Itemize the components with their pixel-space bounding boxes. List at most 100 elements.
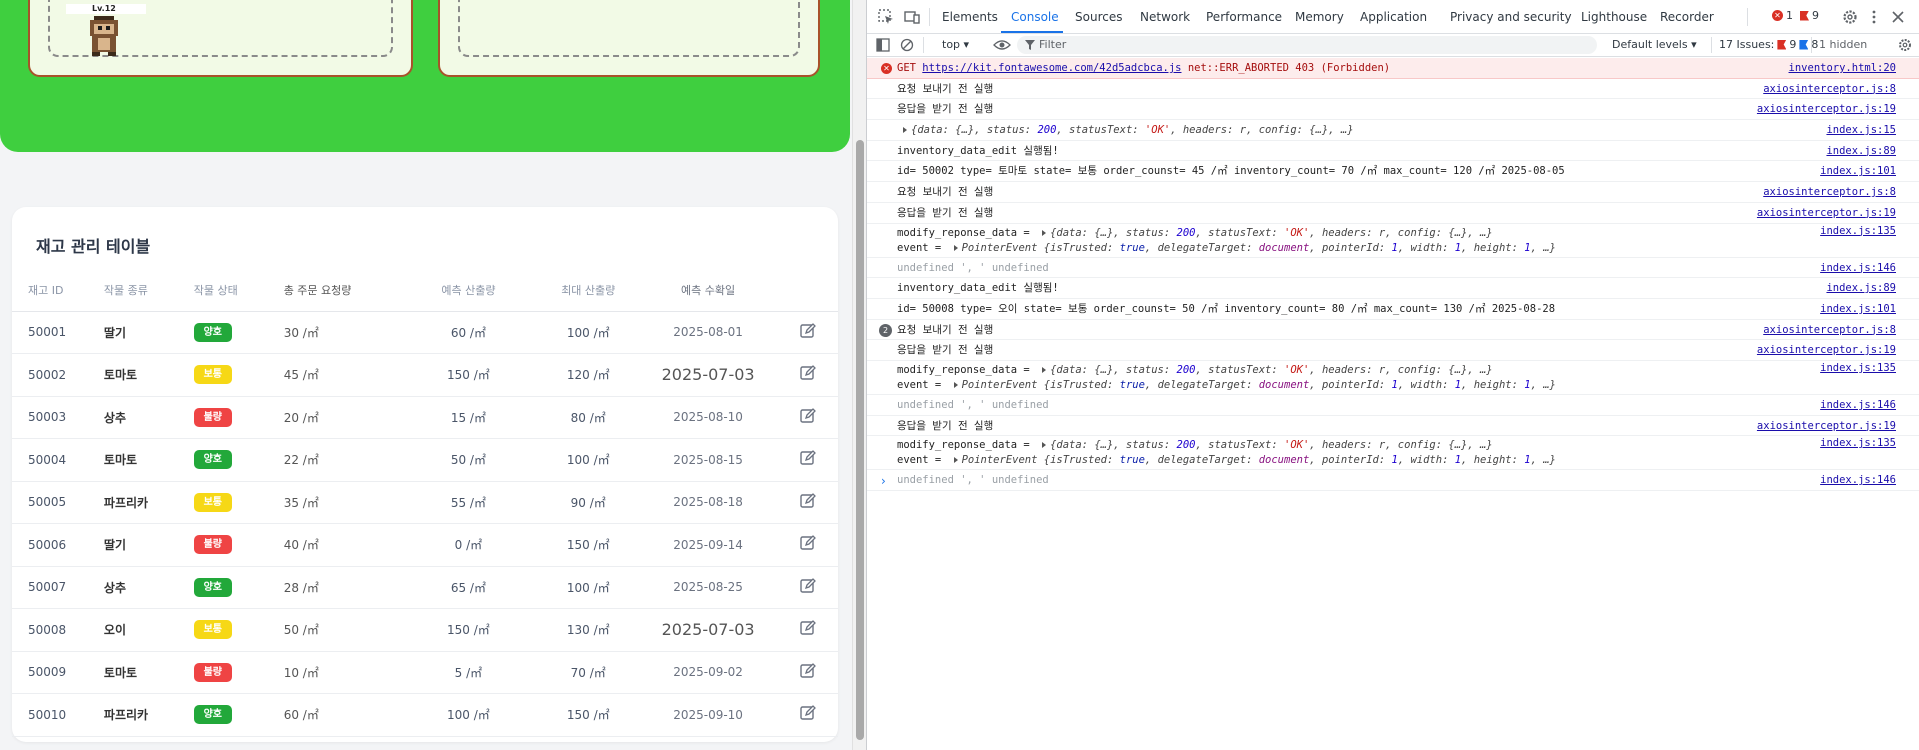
settings-gear-icon[interactable] [1841, 8, 1859, 26]
edit-icon[interactable] [799, 407, 817, 425]
tab-lighthouse[interactable]: Lighthouse [1581, 10, 1647, 24]
console-filter-input[interactable]: Filter [1017, 36, 1597, 54]
source-link[interactable]: inventory.html:20 [1789, 58, 1896, 78]
source-link[interactable]: axiosinterceptor.js:8 [1763, 320, 1896, 340]
edit-icon[interactable] [799, 577, 817, 595]
cell-edit [778, 608, 838, 652]
source-link[interactable]: index.js:135 [1820, 361, 1896, 376]
source-link[interactable]: index.js:89 [1826, 278, 1896, 298]
source-link[interactable]: index.js:135 [1820, 224, 1896, 239]
status-badge: 불량 [193, 535, 232, 555]
plot-card-2[interactable] [438, 0, 820, 77]
object-preview: , headers: r, config: {…}, …} [1309, 363, 1493, 376]
monkey-character-icon[interactable] [84, 14, 124, 58]
error-warning-counter[interactable]: ✕ 1 9 [1772, 9, 1819, 22]
header-crop-type: 작물 종류 [103, 269, 194, 312]
source-link[interactable]: axiosinterceptor.js:19 [1757, 340, 1896, 360]
close-devtools-icon[interactable] [1889, 8, 1907, 26]
edit-icon[interactable] [799, 449, 817, 467]
expand-triangle-icon[interactable] [953, 381, 958, 388]
clear-console-icon[interactable] [899, 37, 915, 53]
edit-icon[interactable] [799, 619, 817, 637]
cell-crop-state: 양호 [193, 311, 284, 354]
error-message: net::ERR_ABORTED 403 (Forbidden) [1187, 62, 1391, 74]
source-link[interactable]: index.js:146 [1820, 258, 1896, 278]
object-preview: , width: [1397, 241, 1455, 254]
source-link[interactable]: index.js:15 [1826, 120, 1896, 140]
edit-icon[interactable] [799, 662, 817, 680]
source-link[interactable]: index.js:101 [1820, 161, 1896, 181]
tab-application[interactable]: Application [1360, 10, 1427, 24]
live-expression-eye-icon[interactable] [993, 37, 1011, 53]
cell-predicted-yield: 60 /㎡ [398, 311, 539, 354]
tab-memory[interactable]: Memory [1295, 10, 1344, 24]
source-link[interactable]: axiosinterceptor.js:19 [1757, 416, 1896, 436]
tab-network[interactable]: Network [1140, 10, 1190, 24]
console-log-row[interactable]: {data: {…}, status: 200, statusText: 'OK… [867, 120, 1919, 141]
console-log-row: 응답을 받기 전 실행 axiosinterceptor.js:19 [867, 99, 1919, 121]
cell-edit [778, 481, 838, 524]
console-log-row[interactable]: modify_reponse_data = {data: {…}, status… [867, 436, 1919, 471]
log-text: id= 50008 type= 오이 state= 보통 order_couns… [897, 302, 1556, 315]
source-link[interactable]: index.js:146 [1820, 395, 1896, 415]
source-link[interactable]: index.js:101 [1820, 299, 1896, 319]
console-log-row[interactable]: modify_reponse_data = {data: {…}, status… [867, 361, 1919, 395]
source-link[interactable]: index.js:146 [1820, 470, 1896, 490]
source-link[interactable]: axiosinterceptor.js:8 [1763, 79, 1896, 99]
status-badge: 양호 [193, 577, 232, 597]
source-link[interactable]: axiosinterceptor.js:19 [1757, 203, 1896, 223]
object-preview: , …} [1530, 241, 1556, 254]
edit-icon[interactable] [799, 534, 817, 552]
object-status: 200 [1176, 363, 1196, 376]
tab-recorder[interactable]: Recorder [1660, 10, 1714, 24]
expand-triangle-icon[interactable] [953, 457, 958, 464]
edit-icon[interactable] [799, 704, 817, 722]
expand-triangle-icon[interactable] [953, 244, 958, 251]
object-preview: , …} [1530, 378, 1556, 391]
console-settings-gear-icon[interactable] [1897, 37, 1913, 53]
cell-crop-type: 토마토 [103, 353, 194, 397]
expand-triangle-icon[interactable] [1042, 442, 1047, 449]
console-error-row[interactable]: ✕ GET https://kit.fontawesome.com/42d5ad… [867, 58, 1919, 79]
edit-icon[interactable] [799, 364, 817, 382]
cell-max-yield: 100 /㎡ [538, 438, 639, 482]
console-log-row[interactable]: modify_reponse_data = {data: {…}, status… [867, 224, 1919, 258]
console-log-row: undefined ', ' undefined index.js:146 [867, 470, 1919, 491]
console-log-row: id= 50002 type= 토마토 state= 보통 order_coun… [867, 161, 1919, 183]
cell-id: 50007 [12, 566, 104, 609]
log-levels-dropdown[interactable]: Default levels ▾ [1612, 38, 1697, 51]
page-scrollbar[interactable] [852, 0, 866, 750]
error-url-link[interactable]: https://kit.fontawesome.com/42d5adcbca.j… [922, 62, 1181, 74]
status-badge: 보통 [193, 365, 232, 385]
tab-privacy-security[interactable]: Privacy and security [1450, 10, 1572, 24]
scrollbar-thumb[interactable] [856, 140, 864, 740]
cell-harvest-date: 2025-09-10 [638, 693, 778, 737]
object-status-text: 'OK' [1144, 124, 1171, 137]
context-selector[interactable]: top ▾ [942, 38, 969, 51]
edit-icon[interactable] [799, 492, 817, 510]
issues-counter[interactable]: 17 Issues: 9 8 [1719, 38, 1818, 51]
console-prompt-input[interactable]: › [881, 474, 886, 488]
tab-console[interactable]: Console [1011, 10, 1059, 24]
cell-max-yield: 100 /㎡ [538, 566, 639, 609]
tab-performance[interactable]: Performance [1206, 10, 1282, 24]
source-link[interactable]: axiosinterceptor.js:8 [1763, 182, 1896, 202]
expand-triangle-icon[interactable] [903, 127, 907, 134]
console-log-row: inventory_data_edit 실행됨! index.js:89 [867, 278, 1919, 299]
edit-icon[interactable] [799, 322, 817, 340]
status-badge: 보통 [193, 492, 232, 512]
source-link[interactable]: axiosinterceptor.js:19 [1757, 99, 1896, 119]
devtools-tab-bar: Elements Console Sources Network Perform… [867, 0, 1919, 34]
log-text: undefined ', ' undefined [897, 474, 1049, 487]
tab-elements[interactable]: Elements [942, 10, 998, 24]
expand-triangle-icon[interactable] [1042, 229, 1047, 236]
inspect-element-icon[interactable] [877, 8, 895, 26]
more-options-icon[interactable] [1865, 8, 1883, 26]
tab-sources[interactable]: Sources [1075, 10, 1122, 24]
source-link[interactable]: index.js:89 [1826, 141, 1896, 161]
device-toolbar-icon[interactable] [903, 8, 921, 26]
expand-triangle-icon[interactable] [1042, 366, 1047, 373]
source-link[interactable]: index.js:135 [1820, 436, 1896, 451]
console-log-row: undefined ', ' undefined index.js:146 [867, 395, 1919, 416]
sidebar-toggle-icon[interactable] [875, 37, 891, 53]
